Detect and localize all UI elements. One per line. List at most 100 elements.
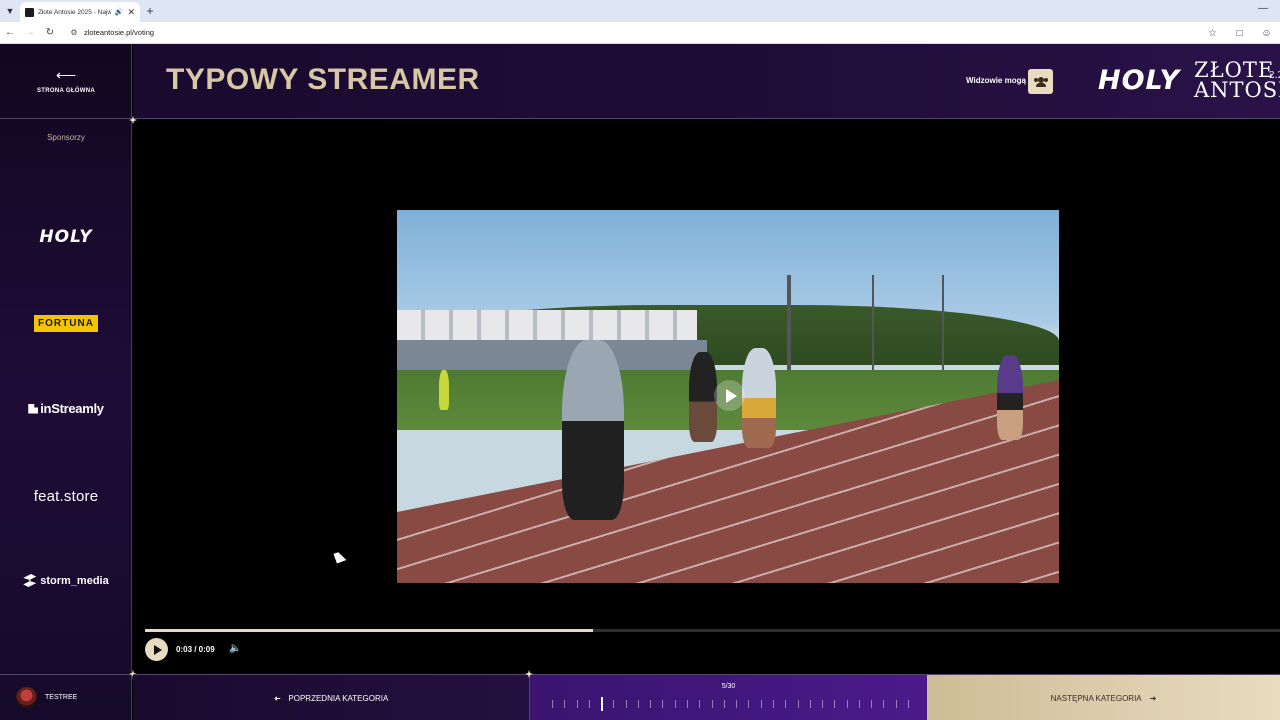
site-info-icon[interactable]: ⚙ [66, 28, 82, 37]
viewers-label: Widzowie mogą [966, 76, 1026, 85]
user-profile[interactable]: TESTREE [0, 674, 132, 720]
sponsor-holy-logo[interactable]: HOLY [0, 227, 132, 247]
time-display: 0:03 / 0:09 [176, 645, 215, 654]
next-category-label: NASTĘPNA KATEGORIA [1050, 693, 1142, 703]
sponsor-featstore-logo[interactable]: feat.store [0, 488, 132, 505]
address-actions: ☆ □ ☺ [1199, 22, 1280, 44]
home-label: STRONA GŁÓWNA [36, 88, 95, 94]
holy-brand-logo: HOLY [1098, 65, 1181, 96]
video-progress-bar[interactable] [145, 629, 1280, 632]
video-scene-pole [872, 275, 874, 385]
sponsor-name: storm_media [40, 574, 109, 587]
avatar [16, 687, 37, 708]
category-tick [760, 700, 762, 708]
category-tick [871, 700, 873, 708]
reload-icon[interactable]: ↻ [40, 27, 60, 38]
category-tick [908, 700, 909, 708]
video-progress-fill [145, 629, 594, 632]
browser-tabbar: ▼ Złote Antosie 2025 - Najwa 🔊 ✕ + — [0, 0, 1280, 22]
video-scene-runner [689, 352, 717, 442]
close-icon[interactable]: ✕ [127, 7, 135, 18]
url-field[interactable]: zloteantosie.pl/voting [84, 28, 154, 37]
category-tick [822, 700, 824, 708]
forward-arrow-icon[interactable]: → [20, 27, 40, 38]
sidebar: ⟵ STRONA GŁÓWNA Sponsorzy HOLY FORTUNA i… [0, 44, 132, 720]
viewers-vote-button[interactable] [1028, 69, 1053, 94]
user-name: TESTREE [45, 694, 78, 701]
logo-line-1: ZŁOTE [1194, 58, 1275, 82]
arrow-right-icon: ➜ [1149, 693, 1157, 703]
next-category-button[interactable]: NASTĘPNA KATEGORIA ➜ [927, 675, 1280, 720]
category-tick [637, 700, 639, 708]
play-icon [725, 388, 737, 403]
category-tick [687, 700, 689, 708]
instreamly-mark-icon [28, 403, 39, 414]
previous-category-button[interactable]: ➜ POPRZEDNIA KATEGORIA [133, 675, 530, 720]
category-tick [797, 700, 799, 708]
play-icon [153, 644, 162, 655]
tab-title: Złote Antosie 2025 - Najwa [38, 8, 111, 16]
category-tick [650, 700, 652, 708]
logo-year: 2.2 [1269, 71, 1280, 81]
sponsors-heading: Sponsorzy [47, 133, 85, 142]
sponsor-instreamly-logo[interactable]: inStreamly [0, 401, 132, 416]
category-tick [711, 700, 713, 708]
video-scene-light-tower [787, 275, 791, 385]
page-title: TYPOWY STREAMER [166, 63, 480, 96]
category-tick [883, 700, 885, 708]
mouse-cursor-icon [333, 550, 347, 564]
minimize-icon[interactable]: — [1258, 3, 1268, 14]
category-tick [723, 700, 725, 708]
category-tick [625, 700, 627, 708]
category-tick [834, 700, 836, 708]
category-tick [662, 700, 664, 708]
category-tick [809, 700, 811, 708]
video-overlay-play-button[interactable] [714, 380, 745, 411]
favicon-icon [25, 7, 34, 17]
browser-tab[interactable]: Złote Antosie 2025 - Najwa 🔊 ✕ [20, 2, 140, 22]
back-arrow-icon[interactable]: ← [0, 27, 20, 38]
category-ticks [552, 697, 909, 711]
speaker-icon[interactable]: 🔊 [115, 8, 124, 16]
category-tick [858, 700, 860, 708]
sponsor-name: inStreamly [40, 401, 104, 416]
sponsor-storm-media-logo[interactable]: storm_media [0, 574, 132, 587]
sponsor-name: HOLY [39, 227, 93, 247]
category-tick-active [601, 697, 603, 711]
sponsor-fortuna-logo[interactable]: FORTUNA [0, 315, 132, 332]
new-tab-plus-icon[interactable]: + [140, 4, 160, 18]
arrow-left-icon: ➜ [273, 693, 281, 703]
category-tick [772, 700, 774, 708]
tab-search-icon[interactable]: ▼ [0, 0, 20, 22]
category-tick [895, 700, 897, 708]
page-header: TYPOWY STREAMER Widzowie mogą HOLY ZŁOTE… [133, 44, 1280, 119]
video-scene-runner [439, 370, 449, 410]
video-scene-pole [942, 275, 944, 385]
extensions-icon[interactable]: □ [1226, 28, 1253, 39]
category-tick [564, 700, 566, 708]
back-arrow-icon: ⟵ [55, 67, 77, 83]
category-tick [674, 700, 676, 708]
logo-line-2: ANTOSI [1194, 78, 1280, 102]
browser-addressbar: ← → ↻ ⚙ zloteantosie.pl/voting ☆ □ ☺ [0, 22, 1280, 44]
category-tick [736, 700, 738, 708]
voting-app: ⟵ STRONA GŁÓWNA Sponsorzy HOLY FORTUNA i… [0, 44, 1280, 720]
category-tick [846, 700, 848, 708]
sponsor-name: feat.store [33, 488, 99, 505]
video-scene-runner [997, 355, 1023, 440]
bookmark-star-icon[interactable]: ☆ [1199, 28, 1226, 39]
category-tick [613, 700, 615, 708]
category-tick [699, 700, 701, 708]
home-link[interactable]: ⟵ STRONA GŁÓWNA [0, 44, 132, 119]
category-counter: 5/30 [721, 683, 736, 690]
profile-icon[interactable]: ☺ [1253, 28, 1280, 39]
video-scene-stand-base [397, 340, 707, 370]
category-tick [785, 700, 787, 708]
storm-mark-icon [23, 574, 37, 587]
play-button[interactable] [145, 638, 168, 661]
sponsor-name: FORTUNA [34, 315, 98, 332]
category-tick [576, 700, 578, 708]
volume-icon[interactable]: 🔈 [229, 643, 241, 654]
previous-category-label: POPRZEDNIA KATEGORIA [288, 693, 389, 703]
category-progress: 5/30 [530, 675, 927, 720]
